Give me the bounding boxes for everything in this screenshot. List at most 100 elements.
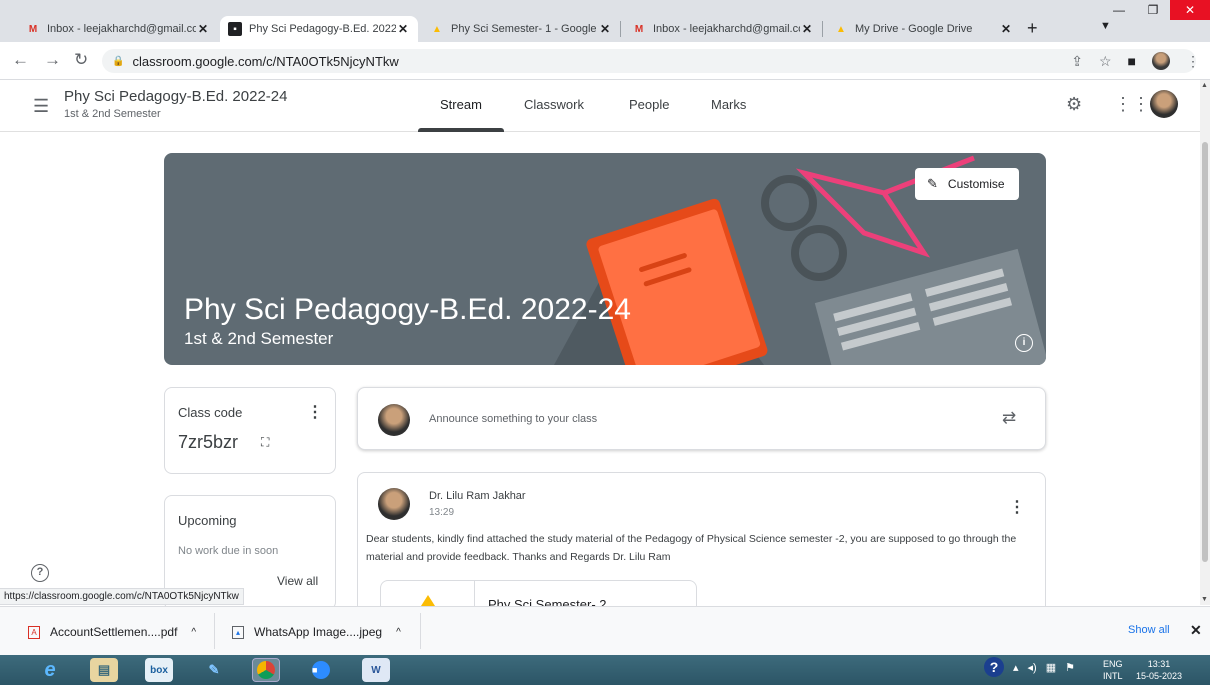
download-item-image[interactable]: ▴ WhatsApp Image....jpeg ^	[232, 622, 401, 642]
pen-app-icon[interactable]: ✎	[200, 658, 228, 682]
user-avatar	[378, 404, 410, 436]
taskbar-clock[interactable]: 13:31 15-05-2023	[1136, 658, 1182, 682]
network-icon[interactable]: ▦	[1046, 661, 1056, 674]
bookmark-star-icon[interactable]: ☆	[1099, 53, 1112, 70]
close-icon[interactable]: ✕	[800, 22, 814, 36]
class-code-card: Class code ⋮ 7zr5bzr ⛶	[164, 387, 336, 474]
language-indicator[interactable]: ENG INTL	[1103, 658, 1123, 682]
class-subtitle: 1st & 2nd Semester	[64, 108, 161, 120]
close-icon[interactable]: ✕	[999, 22, 1013, 36]
account-avatar[interactable]	[1150, 90, 1178, 118]
link-status-bar: https://classroom.google.com/c/NTA0OTk5N…	[0, 588, 244, 605]
settings-gear-icon[interactable]: ⚙	[1066, 94, 1082, 115]
classroom-icon: ▪	[228, 22, 242, 36]
download-item-pdf[interactable]: A AccountSettlemen....pdf ^	[28, 622, 196, 642]
tab-marks[interactable]: Marks	[711, 97, 746, 112]
tab-separator	[620, 21, 621, 37]
chrome-icon[interactable]	[252, 658, 280, 682]
window-close-button[interactable]: ✕	[1170, 0, 1210, 20]
browser-tab-gmail-1[interactable]: M Inbox - leejakharchd@gmail.co ✕	[18, 16, 218, 42]
gmail-icon: M	[28, 23, 38, 35]
tab-stream[interactable]: Stream	[440, 97, 482, 112]
scroll-up-arrow-icon[interactable]: ▲	[1201, 82, 1208, 89]
chevron-up-icon[interactable]: ^	[396, 627, 401, 638]
tab-separator	[822, 21, 823, 37]
close-icon[interactable]: ✕	[196, 22, 210, 36]
scrollbar-thumb[interactable]	[1202, 142, 1208, 562]
browser-tab-drive-2[interactable]: ▲ My Drive - Google Drive ✕	[826, 16, 1021, 42]
class-code-label: Class code	[178, 405, 243, 420]
upcoming-empty-text: No work due in soon	[178, 545, 279, 557]
close-icon[interactable]: ✕	[598, 22, 612, 36]
address-bar-actions: ⇪ ☆ ■ ⋮	[1071, 52, 1200, 70]
post-options-icon[interactable]: ⋮	[1009, 497, 1025, 517]
download-separator	[420, 613, 421, 649]
back-arrow-icon[interactable]: ←	[12, 50, 29, 70]
customise-label: Customise	[947, 177, 1005, 191]
flag-icon[interactable]: ⚑	[1065, 661, 1075, 674]
help-tray-icon[interactable]: ?	[984, 657, 1004, 677]
browser-menu-icon[interactable]: ⋮	[1186, 53, 1200, 70]
tab-search-chevron-icon[interactable]: ▼	[1100, 20, 1111, 32]
clock-date: 15-05-2023	[1136, 671, 1183, 681]
zoom-icon[interactable]: ■	[307, 658, 335, 682]
share-icon[interactable]: ⇪	[1071, 53, 1083, 70]
post-author: Dr. Lilu Ram Jakhar	[429, 490, 526, 502]
chevron-up-icon[interactable]: ^	[191, 627, 196, 638]
announce-placeholder[interactable]: Announce something to your class	[429, 413, 597, 425]
gmail-icon: M	[634, 23, 644, 35]
forward-arrow-icon[interactable]: →	[44, 50, 61, 70]
scroll-down-arrow-icon[interactable]: ▼	[1201, 596, 1208, 603]
system-tray: ? ▴ ◂) ▦ ⚑	[984, 657, 1075, 677]
banner-title: Phy Sci Pedagogy-B.Ed. 2022-24	[184, 293, 631, 326]
url-text: classroom.google.com/c/NTA0OTk5NjcyNTkw	[132, 53, 399, 69]
minimize-button[interactable]: —	[1102, 0, 1136, 20]
help-icon[interactable]: ?	[31, 564, 49, 582]
drive-icon: ▲	[836, 23, 846, 35]
close-downloads-icon[interactable]: ✕	[1190, 622, 1202, 639]
internet-explorer-icon[interactable]: e	[36, 658, 64, 682]
post-time: 13:29	[429, 507, 455, 518]
show-all-downloads-link[interactable]: Show all	[1128, 624, 1170, 636]
repost-icon[interactable]: ⇄	[1002, 408, 1016, 428]
word-icon[interactable]: W	[362, 658, 390, 682]
box-icon[interactable]: box	[145, 658, 173, 682]
maximize-button[interactable]: ❐	[1136, 0, 1170, 20]
customise-button[interactable]: ✎ Customise	[915, 168, 1019, 200]
windows-taskbar: e ▤ box ✎ ■ W ? ▴ ◂) ▦ ⚑ ENG INTL 13:31 …	[0, 655, 1210, 685]
banner-subtitle: 1st & 2nd Semester	[184, 329, 334, 348]
tab-classwork[interactable]: Classwork	[524, 97, 584, 112]
view-all-link[interactable]: View all	[277, 574, 318, 588]
classroom-header: ☰ Phy Sci Pedagogy-B.Ed. 2022-24 1st & 2…	[0, 80, 1200, 132]
browser-tab-classroom[interactable]: ▪ Phy Sci Pedagogy-B.Ed. 2022-2 ✕	[220, 16, 418, 42]
browser-tab-gmail-2[interactable]: M Inbox - leejakharchd@gmail.co ✕	[624, 16, 822, 42]
apps-grid-icon[interactable]: ⋮⋮	[1114, 94, 1150, 115]
menu-icon[interactable]: ☰	[33, 96, 49, 117]
volume-icon[interactable]: ◂)	[1028, 661, 1037, 674]
page-scrollbar[interactable]: ▲ ▼	[1200, 80, 1210, 605]
new-tab-button[interactable]: +	[1027, 18, 1038, 39]
lock-icon: 🔒	[112, 55, 125, 67]
upcoming-title: Upcoming	[178, 513, 237, 528]
browser-tab-strip: M Inbox - leejakharchd@gmail.co ✕ ▪ Phy …	[0, 0, 1210, 42]
tab-people[interactable]: People	[629, 97, 669, 112]
post-body: Dear students, kindly find attached the …	[366, 533, 1017, 563]
tray-chevron-icon[interactable]: ▴	[1013, 661, 1019, 674]
browser-tab-drive-1[interactable]: ▲ Phy Sci Semester- 1 - Google D ✕	[422, 16, 620, 42]
image-icon: ▴	[232, 625, 244, 639]
side-panel-icon[interactable]: ■	[1128, 53, 1136, 69]
more-options-icon[interactable]: ⋮	[307, 402, 323, 422]
profile-avatar[interactable]	[1152, 52, 1170, 70]
reload-icon[interactable]: ↻	[74, 50, 88, 70]
announce-card[interactable]: Announce something to your class ⇄	[357, 387, 1046, 450]
language-code: ENG	[1103, 659, 1123, 669]
clock-time: 13:31	[1147, 659, 1171, 669]
close-icon[interactable]: ✕	[396, 22, 410, 36]
class-title[interactable]: Phy Sci Pedagogy-B.Ed. 2022-24	[64, 88, 287, 105]
file-explorer-icon[interactable]: ▤	[90, 658, 118, 682]
download-filename: WhatsApp Image....jpeg	[254, 625, 383, 639]
fullscreen-icon[interactable]: ⛶	[261, 435, 269, 450]
class-banner: ✎ Customise Phy Sci Pedagogy-B.Ed. 2022-…	[164, 153, 1046, 365]
url-field[interactable]: 🔒 classroom.google.com/c/NTA0OTk5NjcyNTk…	[102, 49, 1196, 73]
info-icon[interactable]: i	[1015, 334, 1033, 352]
